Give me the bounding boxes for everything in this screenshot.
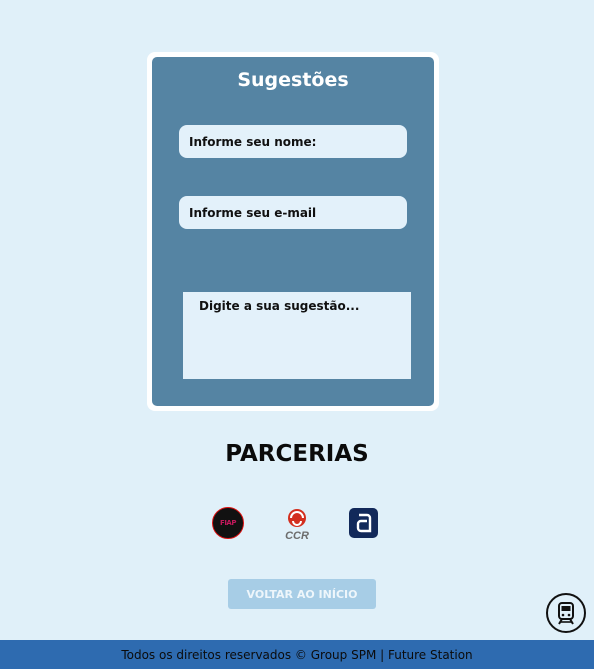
suggestion-card-frame: Sugestões (147, 52, 439, 411)
form-title: Sugestões (237, 69, 349, 91)
ccr-logo[interactable]: CCR (281, 507, 313, 542)
ccr-logo-text: CCR (285, 530, 309, 541)
back-to-home-button[interactable]: VOLTAR AO INÍCIO (228, 579, 376, 609)
name-input[interactable] (179, 125, 407, 158)
footer-text: Todos os direitos reservados © Group SPM… (121, 647, 473, 662)
footer: Todos os direitos reservados © Group SPM… (0, 640, 594, 669)
email-input[interactable] (179, 196, 407, 229)
train-icon[interactable] (546, 593, 586, 633)
fiap-logo-text: FIAP (220, 519, 236, 527)
suggestion-textarea[interactable] (183, 292, 411, 379)
suggestion-form: Sugestões (152, 57, 434, 406)
app-logo[interactable] (349, 508, 378, 538)
partners-title: PARCERIAS (225, 441, 369, 467)
fiap-logo[interactable]: FIAP (212, 507, 244, 539)
a-letter-icon (356, 513, 371, 533)
